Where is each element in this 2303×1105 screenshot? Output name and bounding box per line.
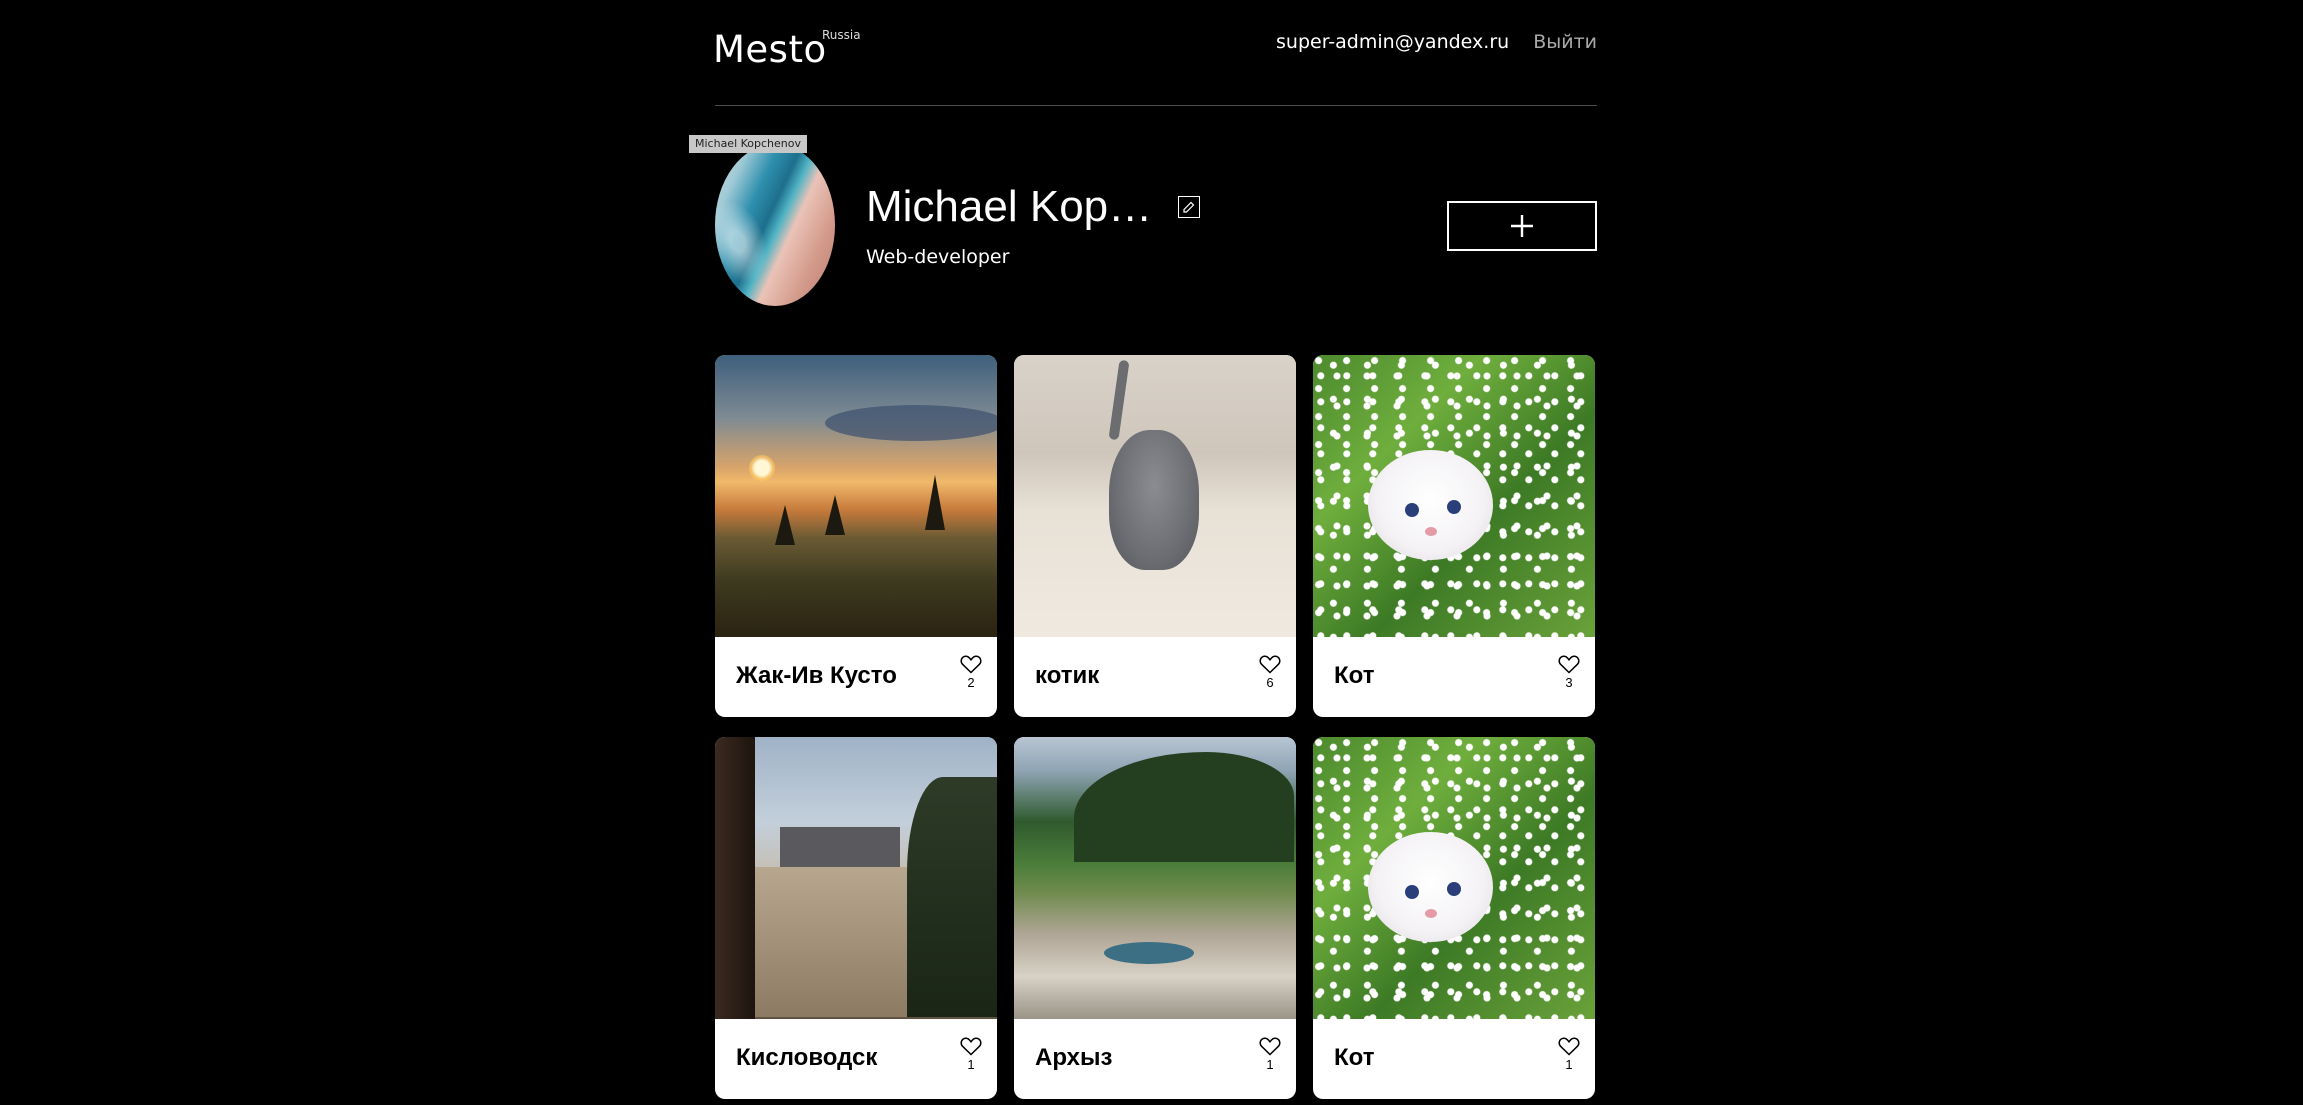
- trunk-shape: [715, 737, 755, 1019]
- edit-profile-button[interactable]: [1178, 196, 1200, 218]
- card-title: Кот: [1334, 1044, 1375, 1071]
- card-title: Кот: [1334, 662, 1375, 689]
- mountain-shape: [1074, 752, 1294, 862]
- logout-link[interactable]: Выйти: [1533, 31, 1597, 53]
- avatar-tooltip: Michael Kopchenov: [689, 135, 808, 153]
- eye-shape: [1447, 882, 1461, 896]
- card-footer: Архыз 1: [1014, 1019, 1296, 1099]
- card-image[interactable]: [715, 737, 997, 1019]
- kitten-shape: [1368, 832, 1493, 942]
- profile-about: Web-developer: [866, 246, 1010, 268]
- card-image[interactable]: [715, 355, 997, 637]
- like-count: 1: [1565, 1057, 1573, 1072]
- card-footer: Жак-Ив Кусто 2: [715, 637, 997, 717]
- plus-icon: [1511, 215, 1533, 237]
- cloud-shape: [825, 405, 997, 441]
- card-footer: Кот 3: [1313, 637, 1595, 717]
- card-title: Архыз: [1035, 1044, 1113, 1071]
- building-shape: [755, 867, 925, 1017]
- like-block: 3: [1557, 654, 1581, 690]
- page: Mesto Russia super-admin@yandex.ru Выйти…: [689, 0, 1597, 1099]
- eye-shape: [1447, 500, 1461, 514]
- tree-shape: [925, 475, 945, 530]
- card-image[interactable]: [1313, 355, 1595, 637]
- eye-shape: [1405, 885, 1419, 899]
- heart-icon[interactable]: [960, 1036, 982, 1056]
- card: Жак-Ив Кусто 2: [715, 355, 997, 717]
- avatar[interactable]: [715, 144, 835, 306]
- kitten-tail-shape: [1108, 359, 1130, 441]
- heart-icon[interactable]: [960, 654, 982, 674]
- like-count: 1: [1266, 1057, 1274, 1072]
- lake-shape: [1104, 942, 1194, 964]
- profile: Michael Kopchenov Michael Kopchenov Web-…: [689, 106, 1597, 356]
- card-title: Жак-Ив Кусто: [736, 662, 897, 689]
- user-email: super-admin@yandex.ru: [1276, 31, 1510, 53]
- eye-shape: [1405, 503, 1419, 517]
- card-image[interactable]: [1313, 737, 1595, 1019]
- logo: Mesto: [713, 28, 827, 71]
- card: Кисловодск 1: [715, 737, 997, 1099]
- kitten-shape: [1368, 450, 1493, 560]
- add-card-button[interactable]: [1447, 201, 1597, 251]
- cards-grid: Жак-Ив Кусто 2 котик 6 Кот 3 Кисловодск …: [715, 355, 1597, 1099]
- card-title: котик: [1035, 662, 1100, 689]
- like-count: 2: [967, 675, 975, 690]
- card-footer: Кот 1: [1313, 1019, 1595, 1099]
- roof-shape: [780, 827, 900, 872]
- tree-shape: [775, 505, 795, 545]
- card: Кот 3: [1313, 355, 1595, 717]
- card-footer: Кисловодск 1: [715, 1019, 997, 1099]
- header: Mesto Russia super-admin@yandex.ru Выйти: [713, 0, 1597, 106]
- card-image[interactable]: [1014, 737, 1296, 1019]
- nose-shape: [1425, 527, 1437, 536]
- like-count: 3: [1565, 675, 1573, 690]
- heart-icon[interactable]: [1259, 654, 1281, 674]
- nose-shape: [1425, 909, 1437, 918]
- pine-shape: [907, 777, 997, 1017]
- card: Кот 1: [1313, 737, 1595, 1099]
- like-block: 1: [1557, 1036, 1581, 1072]
- logo-region: Russia: [822, 28, 861, 42]
- card: Архыз 1: [1014, 737, 1296, 1099]
- card-title: Кисловодск: [736, 1044, 878, 1071]
- card-footer: котик 6: [1014, 637, 1296, 717]
- tree-shape: [825, 495, 845, 535]
- sun-shape: [749, 455, 775, 481]
- profile-name: Michael Kopchenov: [866, 182, 1156, 231]
- kitten-shape: [1109, 430, 1199, 570]
- like-count: 1: [967, 1057, 975, 1072]
- heart-icon[interactable]: [1558, 654, 1580, 674]
- like-block: 6: [1258, 654, 1282, 690]
- like-count: 6: [1266, 675, 1274, 690]
- like-block: 2: [959, 654, 983, 690]
- heart-icon[interactable]: [1259, 1036, 1281, 1056]
- like-block: 1: [959, 1036, 983, 1072]
- header-user-info: super-admin@yandex.ru Выйти: [1276, 31, 1597, 53]
- card-image[interactable]: [1014, 355, 1296, 637]
- pencil-icon: [1183, 201, 1195, 213]
- like-block: 1: [1258, 1036, 1282, 1072]
- card: котик 6: [1014, 355, 1296, 717]
- heart-icon[interactable]: [1558, 1036, 1580, 1056]
